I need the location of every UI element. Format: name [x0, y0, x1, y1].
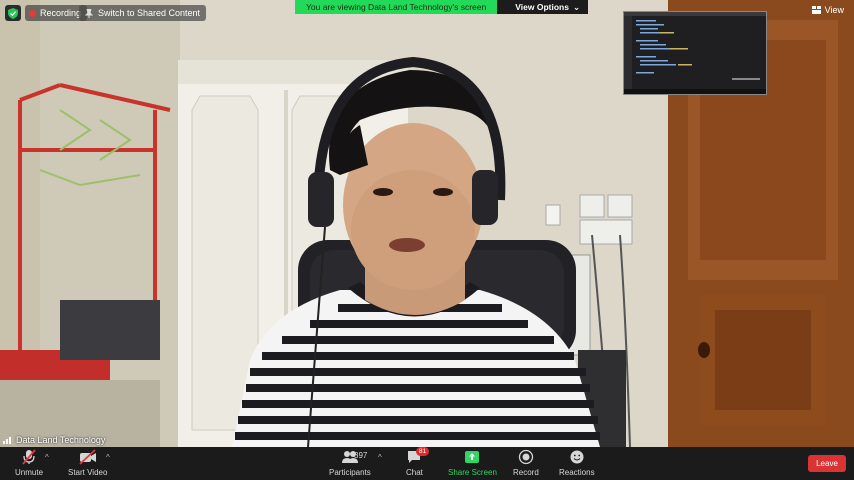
participants-count: 397	[354, 451, 368, 460]
start-video-label: Start Video	[68, 468, 108, 477]
screen-share-banner: You are viewing Data Land Technology's s…	[295, 0, 589, 14]
share-screen-label: Share Screen	[448, 468, 497, 477]
chat-unread-badge: 81	[416, 447, 430, 456]
pin-icon	[85, 8, 93, 18]
video-options-caret-icon[interactable]: ^	[106, 453, 110, 462]
shared-screen-thumbnail[interactable]	[623, 11, 767, 95]
participants-label: Participants	[329, 468, 371, 477]
recording-indicator[interactable]: Recording	[25, 5, 88, 21]
participants-options-caret-icon[interactable]: ^	[378, 453, 382, 462]
muted-mic-icon	[22, 449, 36, 465]
leave-button[interactable]: Leave	[808, 455, 846, 472]
switch-label: Switch to Shared Content	[98, 8, 201, 18]
emoji-smile-icon	[570, 450, 584, 464]
unmute-label: Unmute	[15, 468, 44, 477]
switch-to-shared-content-button[interactable]: Switch to Shared Content	[79, 5, 207, 21]
view-options-button[interactable]: View Options ⌄	[497, 0, 589, 14]
chat-label: Chat	[406, 468, 423, 477]
reactions-label: Reactions	[559, 468, 595, 477]
participant-name: Data Land Technology	[16, 435, 106, 445]
meeting-toolbar: Unmute ^ Start Video ^ Participants 397 …	[0, 447, 854, 480]
start-video-button[interactable]: Start Video	[68, 449, 107, 477]
share-screen-button[interactable]: Share Screen	[448, 449, 497, 477]
code-editor-preview	[624, 12, 766, 94]
banner-text: You are viewing Data Land Technology's s…	[295, 0, 498, 14]
unmute-button[interactable]: Unmute	[15, 449, 43, 477]
signal-bars-icon	[3, 437, 11, 444]
record-icon	[518, 449, 534, 465]
participants-button[interactable]: Participants 397	[329, 449, 371, 477]
grid-view-icon	[811, 6, 821, 14]
chat-button[interactable]: Chat 81	[406, 447, 430, 477]
video-off-icon	[79, 449, 96, 465]
view-button[interactable]: View	[811, 5, 844, 15]
audio-options-caret-icon[interactable]: ^	[45, 453, 49, 462]
view-label: View	[824, 5, 844, 15]
participant-name-tag: Data Land Technology	[3, 435, 105, 445]
record-label: Record	[513, 468, 539, 477]
view-options-label: View Options	[515, 2, 569, 12]
share-screen-icon	[465, 451, 480, 463]
security-shield-icon[interactable]	[5, 5, 21, 21]
recording-dot-icon	[29, 9, 36, 17]
chevron-down-icon: ⌄	[572, 1, 581, 12]
recording-label: Recording	[40, 8, 82, 18]
record-button[interactable]: Record	[513, 449, 539, 477]
reactions-button[interactable]: Reactions	[559, 449, 595, 477]
